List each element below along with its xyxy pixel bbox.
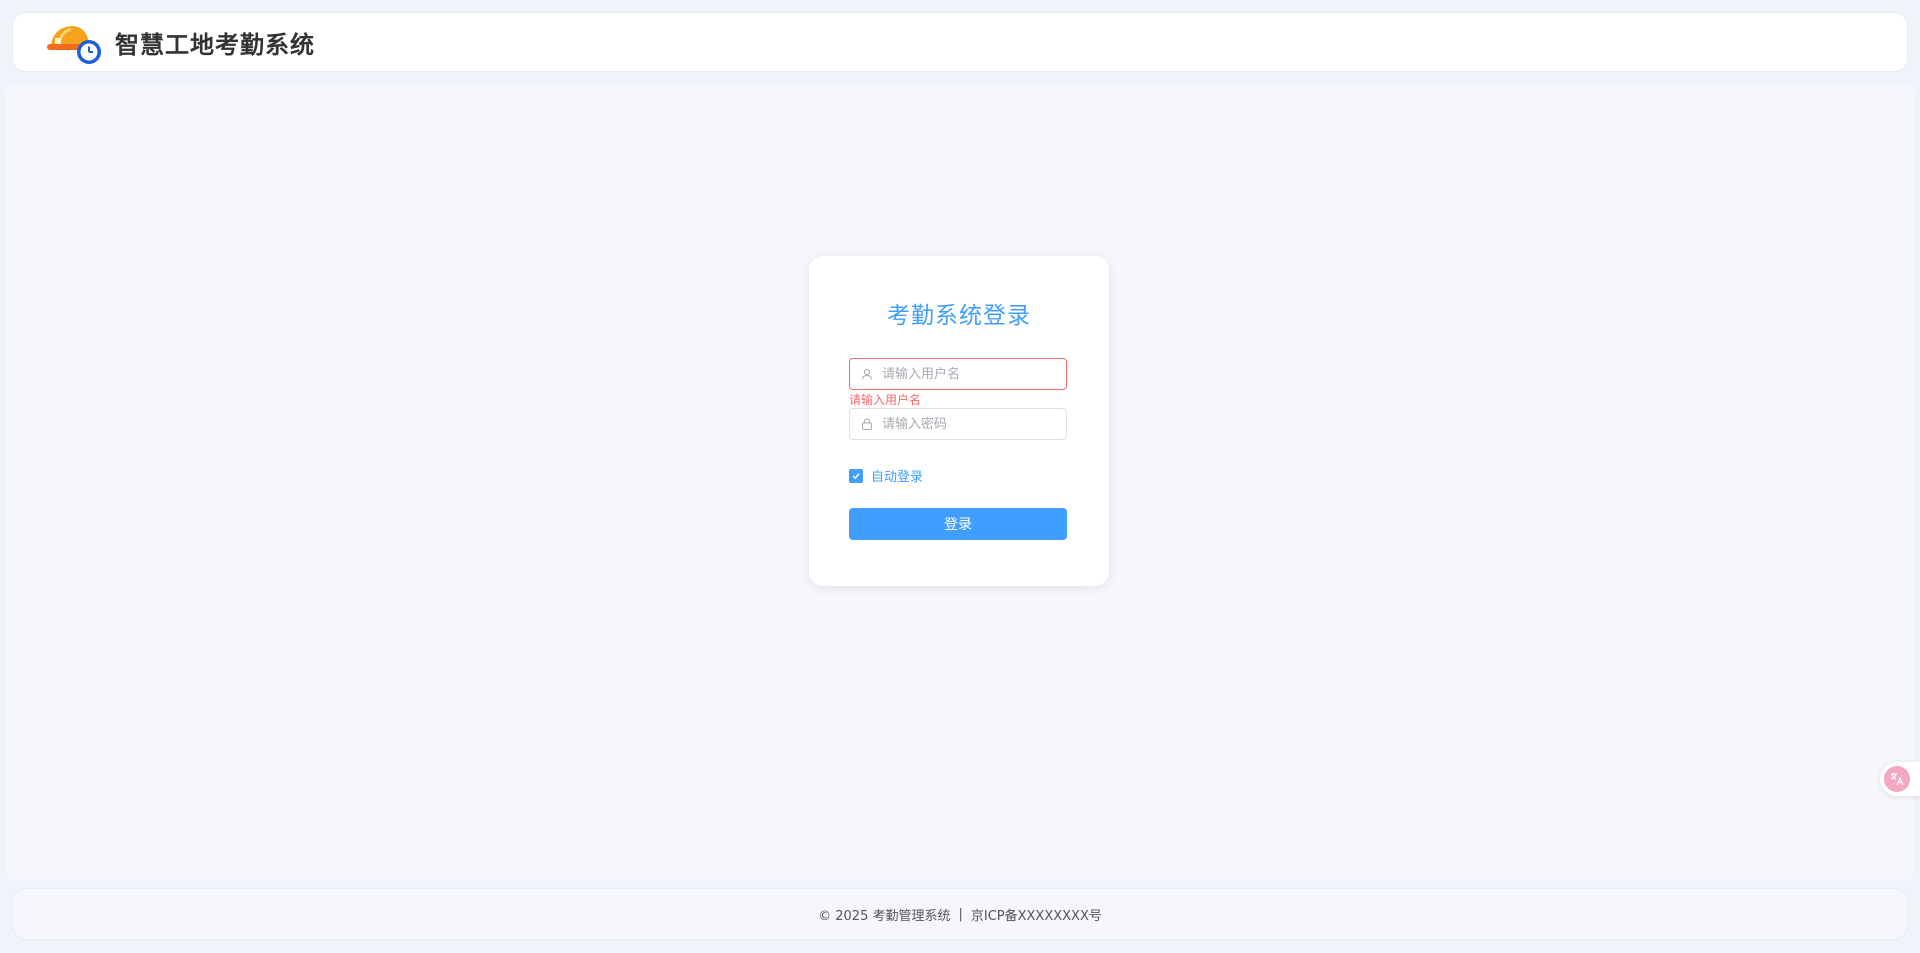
username-input[interactable] <box>882 366 1066 382</box>
password-field[interactable] <box>849 408 1067 440</box>
user-icon <box>860 367 874 381</box>
translate-icon[interactable] <box>1884 766 1910 792</box>
app-title: 智慧工地考勤系统 <box>115 30 315 59</box>
footer-icp-link[interactable]: 京ICP备XXXXXXXX号 <box>971 905 1102 924</box>
password-input[interactable] <box>882 416 1066 432</box>
check-icon <box>852 472 860 479</box>
login-button[interactable]: 登录 <box>849 508 1067 540</box>
top-header: 智慧工地考勤系统 <box>12 12 1908 72</box>
footer-copyright: © 2025 考勤管理系统 <box>818 908 951 924</box>
remember-checkbox[interactable] <box>849 468 863 483</box>
translate-widget[interactable] <box>1880 762 1920 796</box>
remember-option[interactable]: 自动登录 <box>849 466 923 485</box>
lock-icon <box>860 417 874 431</box>
footer-separator: | <box>958 906 963 922</box>
login-card: 考勤系统登录 请输入用户名 自动登录 登录 <box>809 256 1109 586</box>
username-error: 请输入用户名 <box>849 393 922 407</box>
hardhat-clock-icon <box>45 18 105 66</box>
username-field[interactable] <box>849 358 1067 390</box>
remember-label[interactable]: 自动登录 <box>871 466 923 485</box>
footer: © 2025 考勤管理系统 | 京ICP备XXXXXXXX号 <box>12 888 1908 940</box>
login-title: 考勤系统登录 <box>887 303 1031 329</box>
